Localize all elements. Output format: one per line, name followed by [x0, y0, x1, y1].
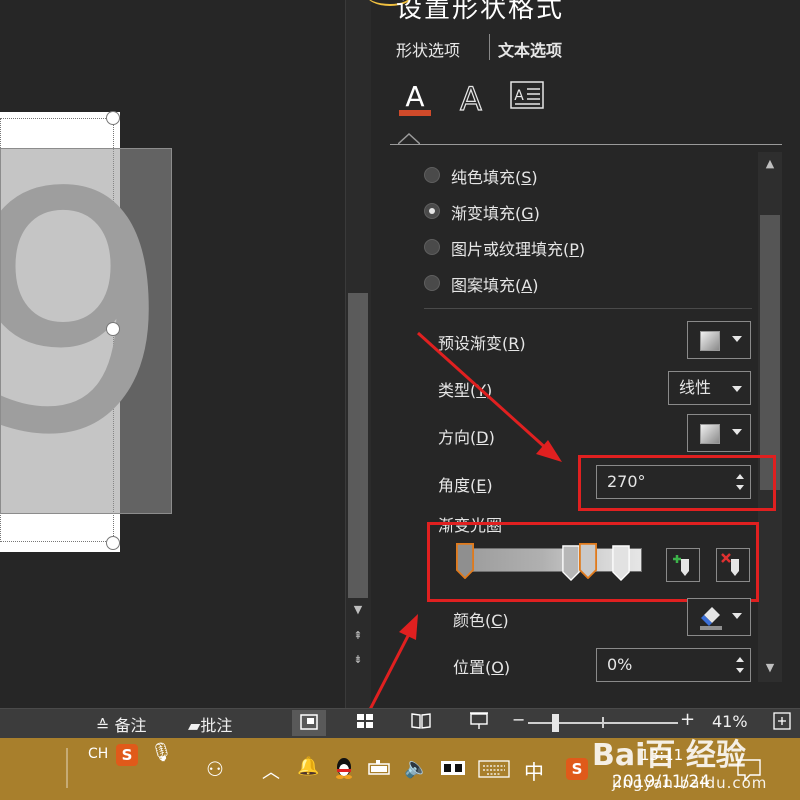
preset-gradient-label: 预设渐变(R) — [438, 334, 526, 353]
spin-up-icon[interactable] — [736, 657, 744, 662]
textbox-icon[interactable]: A — [510, 80, 544, 114]
color-picker-button[interactable] — [687, 598, 751, 636]
chevron-down-icon — [732, 429, 742, 435]
zoom-in-button[interactable]: + — [680, 709, 695, 730]
zoom-level[interactable]: 41% — [712, 712, 748, 731]
svg-text:A: A — [460, 80, 482, 118]
paint-bucket-icon — [700, 607, 722, 630]
position-label: 位置(O) — [453, 658, 511, 677]
selected-textbox[interactable] — [0, 148, 172, 514]
direction-button[interactable] — [687, 414, 751, 452]
angle-label: 角度(E) — [438, 476, 493, 495]
section-divider — [424, 308, 752, 309]
reading-view-icon — [411, 713, 431, 729]
gradient-swatch-icon — [700, 331, 720, 351]
gradient-swatch-icon — [700, 424, 720, 444]
chevron-down-icon — [732, 613, 742, 619]
active-tab-notch — [398, 132, 420, 145]
zoom-center-tick — [602, 717, 604, 728]
comment-icon: ▰ — [188, 716, 201, 735]
pane-scroll-down-icon[interactable]: ▼ — [760, 658, 780, 678]
slide-sorter-icon — [357, 714, 373, 728]
option-picture-texture-fill[interactable]: 图片或纹理填充(P) — [451, 236, 585, 260]
normal-view-button[interactable] — [292, 710, 326, 736]
type-value: 线性 — [679, 378, 712, 397]
slideshow-icon — [470, 712, 488, 729]
dolby-icon[interactable] — [440, 760, 466, 776]
fit-to-window-button[interactable] — [772, 711, 792, 735]
type-dropdown[interactable]: 线性 — [668, 371, 751, 405]
option-solid-fill[interactable]: 纯色填充(S) — [451, 164, 538, 188]
fit-window-icon — [773, 712, 791, 730]
scroll-down-arrow-icon[interactable]: ▼ — [348, 600, 368, 620]
slide-sorter-button[interactable] — [355, 711, 375, 735]
notes-button[interactable]: ≙ 备注 — [96, 712, 147, 736]
pane-scroll-thumb[interactable] — [760, 215, 780, 490]
annotation-box-angle — [578, 455, 776, 511]
microphone-icon[interactable]: 🎙 — [150, 742, 173, 763]
resize-handle-top-right[interactable] — [106, 111, 120, 125]
position-spinner[interactable]: 0% — [596, 648, 751, 682]
chevron-up-icon[interactable]: ︿ — [262, 758, 280, 784]
zoom-out-button[interactable]: − — [512, 710, 525, 729]
pane-separator — [390, 144, 782, 145]
spin-down-icon[interactable] — [736, 668, 744, 673]
previous-slide-icon[interactable]: ⇞ — [348, 626, 368, 646]
option-pattern-fill[interactable]: 图案填充(A) — [451, 272, 538, 296]
baidu-watermark-logo: Bai百 经验 — [592, 738, 746, 773]
chevron-down-icon — [732, 336, 742, 342]
notification-bell-icon[interactable]: 🔔 — [297, 756, 319, 777]
tab-shape-options[interactable]: 形状选项 — [396, 37, 460, 61]
radio-picture-fill[interactable] — [424, 239, 440, 255]
sogou-tray-icon[interactable]: S — [566, 758, 588, 780]
direction-label: 方向(D) — [438, 428, 495, 447]
preset-gradient-button[interactable] — [687, 321, 751, 359]
radio-pattern-fill[interactable] — [424, 275, 440, 291]
pane-title: 设置形状格式 — [396, 0, 565, 24]
reading-view-button[interactable] — [410, 711, 432, 735]
text-effects-icon[interactable]: A — [454, 79, 488, 118]
speaker-icon[interactable]: 🔈 — [404, 755, 429, 779]
notes-icon: ≙ — [96, 716, 110, 735]
radio-solid-fill[interactable] — [424, 167, 440, 183]
normal-view-icon — [300, 714, 318, 730]
radio-gradient-fill[interactable] — [424, 203, 440, 219]
svg-text:A: A — [514, 88, 524, 104]
people-icon[interactable]: ⚇ — [206, 757, 224, 781]
zoom-slider-thumb[interactable] — [552, 714, 559, 732]
resize-handle-right[interactable] — [106, 322, 120, 336]
sogou-ime-icon[interactable]: S — [116, 744, 138, 766]
type-label: 类型(Y) — [438, 381, 493, 400]
taskbar-separator — [66, 748, 68, 788]
next-slide-icon[interactable]: ⇟ — [348, 650, 368, 670]
baidu-watermark-url: jingyan.baidu.com — [612, 774, 768, 792]
slideshow-button[interactable] — [468, 711, 490, 735]
keyboard-icon[interactable] — [478, 760, 510, 778]
pane-scroll-up-icon[interactable]: ▲ — [760, 154, 780, 174]
ime-mode-button[interactable]: 中 — [524, 756, 544, 785]
annotation-box-gradient-stops — [427, 522, 759, 602]
input-language[interactable]: CH — [88, 746, 108, 762]
option-gradient-fill[interactable]: 渐变填充(G) — [451, 200, 540, 224]
editor-scroll-thumb[interactable] — [348, 293, 368, 598]
svg-text:A: A — [405, 80, 424, 113]
position-value: 0% — [607, 655, 633, 674]
tab-text-options[interactable]: 文本选项 — [498, 37, 562, 61]
comments-button[interactable]: ▰批注 — [188, 712, 232, 736]
color-label: 颜色(C) — [453, 611, 509, 630]
resize-handle-bottom-right[interactable] — [106, 536, 120, 550]
text-fill-outline-icon[interactable]: A — [398, 80, 432, 116]
tab-divider — [489, 34, 490, 60]
qq-icon[interactable] — [334, 755, 354, 779]
chevron-down-icon — [732, 386, 742, 392]
battery-icon[interactable] — [368, 760, 392, 776]
